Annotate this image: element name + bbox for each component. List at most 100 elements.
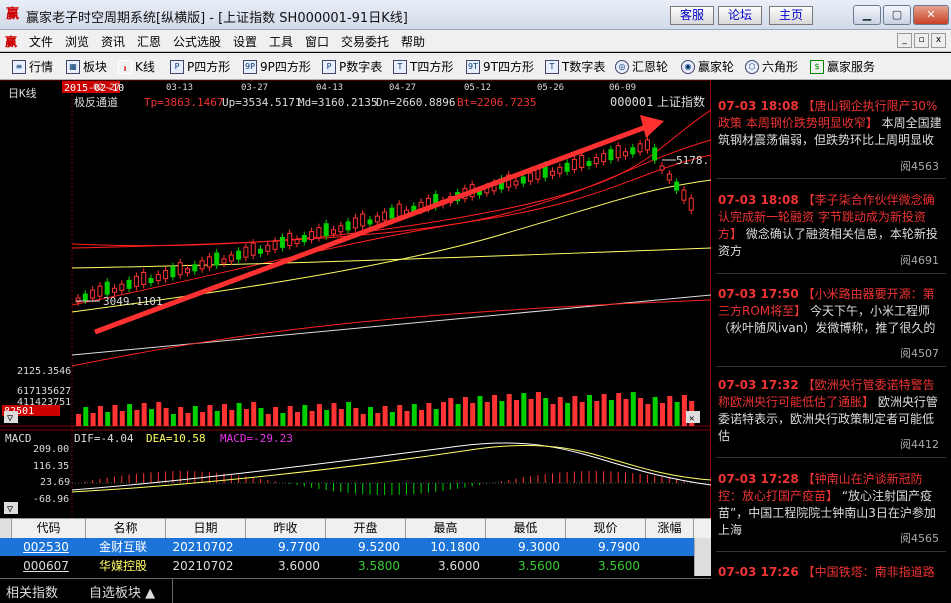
menu-help[interactable]: 帮助 (401, 33, 425, 50)
menu-tools[interactable]: 工具 (269, 33, 293, 50)
col-high[interactable]: 最高 (406, 519, 486, 539)
candle-body (192, 264, 198, 272)
col-low[interactable]: 最低 (486, 519, 566, 539)
news-item[interactable]: 07-03 17:32 【欧洲央行管委诺特警告称欧洲央行可能低估了通胀】 欧洲央… (718, 377, 944, 445)
col-name[interactable]: 名称 (86, 519, 166, 539)
date-tick-label: 05-12 (464, 83, 491, 93)
news-item[interactable]: 07-03 17:50 【小米路由器要开源：第三方ROM将至】 今天下午，小米工… (718, 286, 944, 337)
candle-body (243, 246, 249, 258)
menu-file[interactable]: 文件 (29, 33, 53, 50)
tab-watchlist[interactable]: 自选板块 ▲ (89, 582, 155, 601)
tool-kline[interactable]: ╻ K线 (118, 58, 155, 75)
date-axis: 02-27 03-13 03-27 04-13 04-27 05-12 05-26 06-09 (93, 83, 636, 93)
news-item[interactable]: 07-03 18:08 【李子柒合作伙伴微念确认完成新一轮融资 字节跳动成为新投… (718, 192, 944, 260)
candle-body (177, 262, 183, 276)
candle-body (316, 227, 322, 239)
menu-window[interactable]: 窗口 (305, 33, 329, 50)
col-change[interactable]: 涨幅 (646, 519, 694, 539)
grid-scrollbar[interactable] (694, 538, 711, 576)
tool-quotes[interactable]: ≡ 行情 (12, 58, 53, 75)
grid-header: 代码 名称 日期 昨收 开盘 最高 最低 现价 涨幅 (0, 518, 711, 539)
cell-code[interactable]: 000607 (12, 557, 86, 575)
macd-value: MACD=-29.23 (220, 432, 293, 445)
close-button[interactable]: ✕ (913, 5, 949, 25)
candle-body (338, 225, 344, 233)
col-code[interactable]: 代码 (12, 519, 86, 539)
tool-t-number-table[interactable]: T T数字表 (545, 58, 605, 75)
volume-panel-menu-icon[interactable]: ▽ (7, 413, 13, 424)
menu-trade[interactable]: 交易委托 (341, 33, 389, 50)
tool-p-square[interactable]: P P四方形 (170, 58, 230, 75)
news-item[interactable]: 07-03 17:28 【钟南山在沪谈新冠防控：放心打国产疫苗】 “放心注射国产… (718, 471, 944, 539)
volume-bar (616, 393, 622, 426)
volume-bar (170, 414, 176, 426)
col-open[interactable]: 开盘 (326, 519, 406, 539)
macd-panel-menu-icon[interactable]: ▽ (7, 504, 13, 515)
maximize-button[interactable]: ▢ (883, 5, 911, 25)
col-current[interactable]: 现价 (566, 519, 646, 539)
volume-panel-close-icon[interactable]: ✕ (689, 414, 694, 424)
volume-bar (185, 413, 191, 426)
tab-related-indices[interactable]: 相关指数 (6, 582, 58, 601)
mdi-minimize-button[interactable]: _ (897, 33, 912, 48)
volume-bar (557, 397, 563, 426)
news-item[interactable]: 07-03 17:26 【中国铁塔：南非指道路 (718, 564, 944, 581)
candle-body (323, 223, 329, 237)
candle-body (294, 239, 300, 244)
tool-winner-service[interactable]: $ 赢家服务 (810, 58, 875, 75)
customer-service-link[interactable]: 客服 (670, 6, 714, 25)
volume-bar (565, 403, 571, 426)
col-prev-close[interactable]: 昨收 (246, 519, 326, 539)
window-title: 赢家老子时空周期系统[纵横版] - [上证指数 SH000001-91日K线] (26, 11, 408, 26)
tool-p-number-table[interactable]: P P数字表 (322, 58, 382, 75)
candle-body (630, 147, 636, 155)
tool-winner-wheel[interactable]: ◉ 赢家轮 (681, 58, 734, 75)
homepage-link[interactable]: 主页 (769, 6, 813, 25)
forum-link[interactable]: 论坛 (718, 6, 762, 25)
tool-t-square[interactable]: T T四方形 (393, 58, 453, 75)
volume-bar (411, 404, 417, 426)
menu-huien[interactable]: 汇恩 (137, 33, 161, 50)
table-row[interactable]: 002530 金财互联 20210702 9.7700 9.5200 10.18… (0, 538, 711, 556)
volume-bar (112, 405, 118, 426)
menu-browse[interactable]: 浏览 (65, 33, 89, 50)
kline-chart-panel[interactable]: 日K线 2015-02-10 02-27 03-13 03-27 04-13 04-27… (0, 79, 712, 518)
candle-body (586, 161, 592, 166)
tool-9t-square[interactable]: 9T 9T四方形 (466, 58, 534, 75)
table-row[interactable]: 000607 华媒控股 20210702 3.6000 3.5800 3.600… (0, 557, 711, 575)
tool-huien-wheel[interactable]: ◎ 汇恩轮 (615, 58, 668, 75)
news-panel[interactable]: 07-03 18:08 【唐山钢企执行限产30%政策 本周钢价跌势明显收窄】 本… (712, 80, 951, 602)
news-item[interactable]: 07-03 18:08 【唐山钢企执行限产30%政策 本周钢价跌势明显收窄】 本… (718, 98, 944, 149)
volume-bar (309, 411, 315, 426)
volume-bar (302, 405, 308, 426)
candle-body (360, 213, 366, 227)
doc-icon[interactable]: 赢 (5, 33, 17, 50)
macd-axis-4: -68.96 (33, 494, 69, 505)
volume-bar (127, 404, 133, 426)
candle-body (367, 219, 373, 225)
volume-bar (535, 392, 541, 426)
tool-9p-square[interactable]: 9P 9P四方形 (243, 58, 311, 75)
candle-body (309, 231, 315, 241)
tool-blocks[interactable]: ▦ 板块 (66, 58, 107, 75)
volume-bar (484, 402, 490, 426)
volume-bar (608, 400, 614, 426)
minimize-button[interactable]: ▁ (853, 5, 881, 25)
candle-body (112, 287, 117, 293)
cell-open: 3.5800 (358, 559, 400, 573)
9t-square-icon: 9T (466, 59, 480, 74)
tool-hexagon[interactable]: ⬡ 六角形 (745, 58, 798, 75)
volume-bar (630, 392, 636, 426)
menu-news[interactable]: 资讯 (101, 33, 125, 50)
cell-code[interactable]: 002530 (12, 538, 86, 556)
mdi-restore-button[interactable]: ▫ (914, 33, 929, 48)
candle-body (199, 260, 205, 270)
kline-chart[interactable]: 日K线 2015-02-10 02-27 03-13 03-27 04-13 04-27… (0, 79, 712, 518)
mdi-close-button[interactable]: x (931, 33, 946, 48)
volume-bar (514, 400, 519, 426)
menu-settings[interactable]: 设置 (233, 33, 257, 50)
news-separator (716, 551, 946, 552)
menu-formula-picker[interactable]: 公式选股 (173, 33, 221, 50)
col-date[interactable]: 日期 (166, 519, 246, 539)
up-value: Up=3534.5171 (222, 96, 301, 109)
